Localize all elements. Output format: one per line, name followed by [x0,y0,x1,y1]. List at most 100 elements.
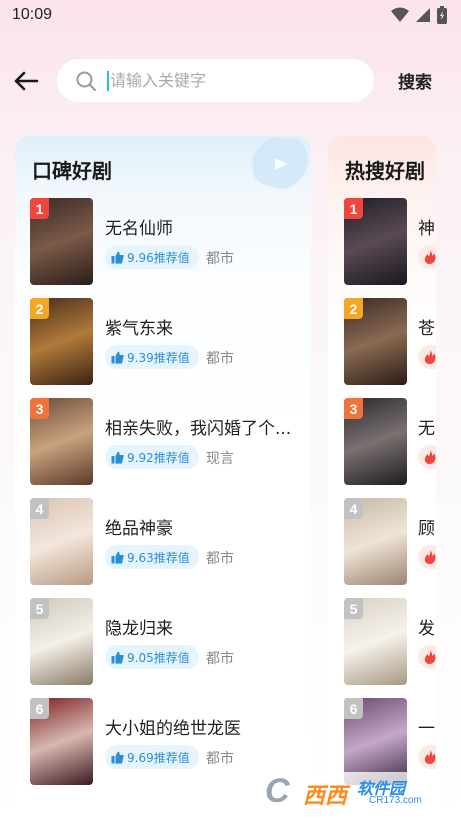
battery-icon [437,6,447,24]
thumbs-up-icon [111,751,124,764]
status-icons [391,6,447,24]
trending-list-item[interactable]: 1神 [344,198,436,286]
drama-poster: 5 [344,598,407,685]
arrow-left-icon [14,71,39,91]
decorative-blob-icon [252,137,308,189]
search-icon [76,71,96,91]
heat-badge [418,645,436,669]
rank-badge: 6 [344,698,363,719]
drama-title: 隐龙归来 [105,619,173,639]
panel-title: 热搜好剧 [345,159,425,183]
search-button[interactable]: 搜索 [398,68,432,93]
rank-badge: 6 [30,698,49,719]
search-input[interactable] [110,71,340,90]
drama-list-item[interactable]: 4 绝品神豪 9.63推荐值 都市 [30,498,300,586]
heat-badge [418,245,436,269]
genre-tag: 都市 [206,551,234,567]
rank-badge: 1 [30,198,49,219]
drama-list-item[interactable]: 6 大小姐的绝世龙医 9.69推荐值 都市 [30,698,300,786]
drama-list-item[interactable]: 5 隐龙归来 9.05推荐值 都市 [30,598,300,686]
drama-poster: 6 [30,698,93,785]
drama-title: 紫气东来 [105,319,173,339]
thumbs-up-icon [111,651,124,664]
score-badge: 9.69推荐值 [105,745,199,769]
trending-list-item[interactable]: 2苍 [344,298,436,386]
score-badge: 9.63推荐值 [105,545,199,569]
fire-icon [424,250,436,264]
drama-poster: 2 [344,298,407,385]
rank-badge: 2 [344,298,363,319]
back-button[interactable] [10,65,42,97]
genre-tag: 都市 [206,751,234,767]
genre-tag: 都市 [206,651,234,667]
rank-badge: 5 [344,598,363,619]
heat-badge [418,745,436,769]
fire-icon [424,450,436,464]
drama-title: 绝品神豪 [105,519,173,539]
genre-tag: 都市 [206,251,234,267]
status-bar: 10:09 [0,0,461,34]
drama-poster: 3 [30,398,93,485]
trending-list-item[interactable]: 3无 [344,398,436,486]
drama-title: 神 [418,219,435,239]
watermark-url: CR173.com [369,795,422,806]
genre-tag: 现言 [206,451,234,467]
rank-badge: 3 [30,398,49,419]
drama-title: 顾 [418,519,435,539]
fire-icon [424,550,436,564]
score-badge: 9.92推荐值 [105,445,199,469]
drama-poster: 4 [344,498,407,585]
trending-list-item[interactable]: 5发 [344,598,436,686]
score-value: 9.39推荐值 [127,350,190,365]
trending-panel: 热搜好剧 1神2苍3无4顾5发6一 [328,136,436,820]
search-box[interactable] [57,59,374,102]
heat-badge [418,345,436,369]
drama-title: 无名仙师 [105,219,173,239]
drama-list-item[interactable]: 3 相亲失败，我闪婚了个... 9.92推荐值 现言 [30,398,300,486]
status-time: 10:09 [12,6,53,23]
drama-title: 相亲失败，我闪婚了个... [105,419,292,439]
drama-title: 大小姐的绝世龙医 [105,719,241,739]
rank-badge: 5 [30,598,49,619]
rank-badge: 3 [344,398,363,419]
drama-list-item[interactable]: 1 无名仙师 9.96推荐值 都市 [30,198,300,286]
rank-badge: 2 [30,298,49,319]
wifi-icon [391,7,409,22]
score-value: 9.96推荐值 [127,250,190,265]
drama-poster: 1 [344,198,407,285]
score-badge: 9.05推荐值 [105,645,199,669]
score-value: 9.05推荐值 [127,650,190,665]
drama-poster: 5 [30,598,93,685]
top-rated-panel: 口碑好剧 1 无名仙师 9.96推荐值 都市 2 紫气东来 9.39推荐值 都市 3 相亲失败，我… [15,136,311,820]
panel-title: 口碑好剧 [32,159,112,183]
rank-badge: 4 [344,498,363,519]
score-value: 9.69推荐值 [127,750,190,765]
trending-list-item[interactable]: 4顾 [344,498,436,586]
drama-title: 无 [418,419,435,439]
rank-badge: 1 [344,198,363,219]
watermark-brand-left: 西西 [303,784,348,809]
watermark-letter: C [265,772,290,810]
score-value: 9.92推荐值 [127,450,190,465]
heat-badge [418,445,436,469]
thumbs-up-icon [111,451,124,464]
score-value: 9.63推荐值 [127,550,190,565]
score-badge: 9.96推荐值 [105,245,199,269]
drama-title: 一 [418,719,435,739]
drama-poster: 1 [30,198,93,285]
thumbs-up-icon [111,251,124,264]
rank-badge: 4 [30,498,49,519]
fire-icon [424,750,436,764]
genre-tag: 都市 [206,351,234,367]
drama-poster: 2 [30,298,93,385]
watermark-logo: C 西西 软件园 CR173.com [263,772,441,812]
heat-badge [418,545,436,569]
search-header: 搜索 [0,54,461,108]
drama-poster: 3 [344,398,407,485]
drama-list-item[interactable]: 2 紫气东来 9.39推荐值 都市 [30,298,300,386]
drama-poster: 4 [30,498,93,585]
thumbs-up-icon [111,351,124,364]
drama-title: 苍 [418,319,435,339]
score-badge: 9.39推荐值 [105,345,199,369]
thumbs-up-icon [111,551,124,564]
